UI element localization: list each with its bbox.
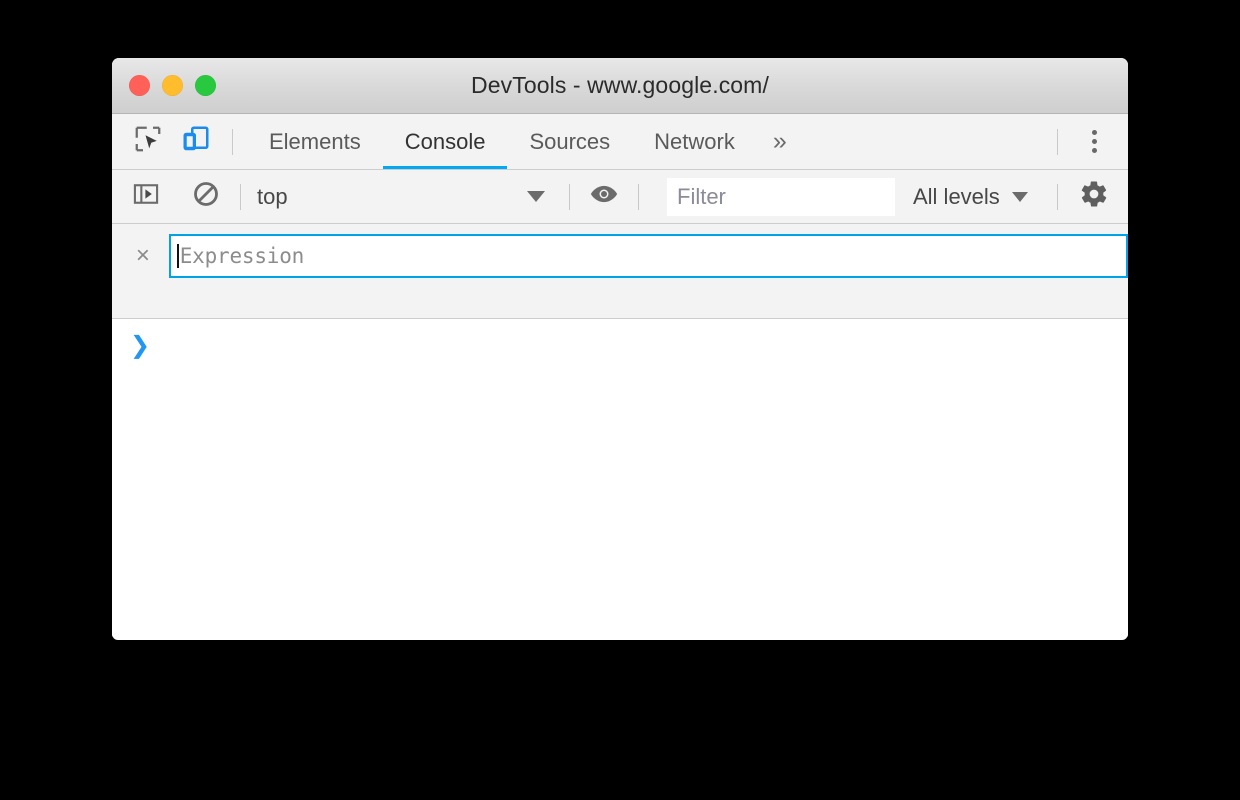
tab-console[interactable]: Console <box>382 114 508 169</box>
create-live-expression-button[interactable] <box>584 177 624 217</box>
window-title: DevTools - www.google.com/ <box>471 72 769 98</box>
window-titlebar: DevTools - www.google.com/ <box>112 58 1128 114</box>
text-cursor <box>176 244 179 268</box>
execution-context-selector[interactable]: top <box>255 177 555 217</box>
chevron-double-right-icon: » <box>772 127 787 155</box>
console-toolbar-divider-4 <box>1057 183 1058 210</box>
tab-elements-label: Elements <box>269 128 361 154</box>
console-sidebar-icon <box>132 180 160 213</box>
clear-console-icon <box>192 180 220 213</box>
devtools-window: DevTools - www.google.com/ Elements Cons… <box>112 58 1128 640</box>
screen: DevTools - www.google.com/ Elements Cons… <box>0 0 1240 800</box>
console-sidebar-button[interactable] <box>126 177 166 217</box>
tab-network-label: Network <box>654 128 735 154</box>
more-tabs-button[interactable]: » <box>757 114 803 169</box>
tabstrip-divider <box>232 128 233 155</box>
inspect-element-icon <box>133 124 163 159</box>
live-expression-input[interactable]: Expression <box>168 234 1128 278</box>
tab-elements[interactable]: Elements <box>247 114 383 169</box>
remove-live-expression-button[interactable]: × <box>126 239 160 273</box>
chevron-down-icon <box>1011 191 1028 202</box>
more-vertical-icon-dot <box>1091 139 1097 144</box>
tab-sources-label: Sources <box>529 128 611 154</box>
console-prompt-row[interactable]: ❯ <box>112 319 1128 357</box>
console-toolbar: top All levels <box>112 170 1128 224</box>
console-toolbar-divider-3 <box>638 183 639 210</box>
live-expression-row: × Expression <box>112 224 1128 278</box>
more-vertical-icon-dot <box>1091 130 1097 135</box>
console-output-area[interactable]: ❯ <box>112 319 1128 637</box>
gear-icon <box>1079 179 1109 214</box>
console-toolbar-divider <box>240 183 241 210</box>
tab-sources[interactable]: Sources <box>507 114 632 169</box>
device-toolbar-icon <box>181 124 211 159</box>
customize-devtools-button[interactable] <box>1072 120 1116 164</box>
prompt-chevron-icon: ❯ <box>130 331 151 359</box>
devtools-tabstrip: Elements Console Sources Network » <box>112 114 1128 170</box>
toggle-device-toolbar-button[interactable] <box>174 120 218 164</box>
tab-console-label: Console <box>404 128 486 154</box>
tab-network[interactable]: Network <box>632 114 757 169</box>
log-level-selector[interactable]: All levels <box>913 184 1028 210</box>
filter-input[interactable] <box>667 177 895 216</box>
live-expressions-pane: × Expression <box>112 224 1128 319</box>
log-level-value: All levels <box>913 183 1000 209</box>
tabstrip-right-controls <box>1043 120 1128 164</box>
chevron-down-icon <box>527 191 545 202</box>
console-prompt-input[interactable] <box>160 333 1128 357</box>
inspect-element-button[interactable] <box>126 120 170 164</box>
clear-console-button[interactable] <box>186 177 226 217</box>
console-toolbar-right <box>1043 175 1128 219</box>
panel-tabs: Elements Console Sources Network » <box>247 114 803 169</box>
console-settings-button[interactable] <box>1072 175 1116 219</box>
execution-context-value: top <box>257 183 288 209</box>
more-vertical-icon-dot <box>1091 148 1097 153</box>
live-expression-placeholder: Expression <box>179 244 305 268</box>
eye-icon <box>589 179 619 214</box>
console-toolbar-divider-2 <box>569 183 570 210</box>
tabstrip-right-divider <box>1057 128 1058 155</box>
